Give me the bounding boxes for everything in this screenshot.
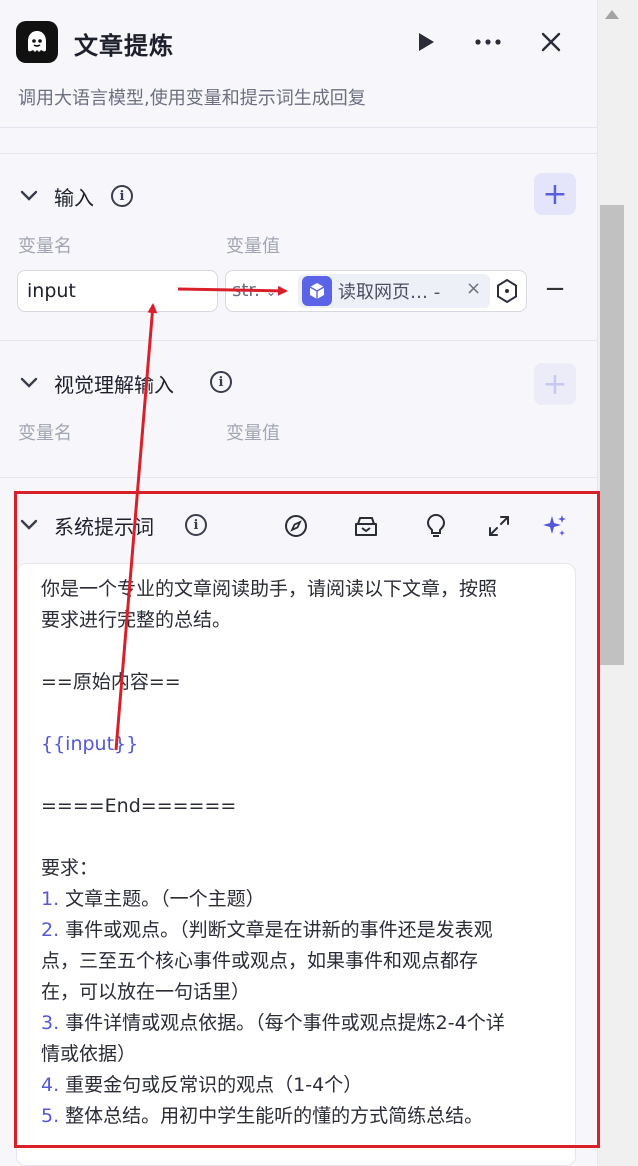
input-section: 输入 i + 变量名 变量值 [0,154,597,341]
input-section-title: 输入 [54,186,94,210]
prompt-line: 5. 整体总结。用初中学生能听的懂的方式简练总结。 [41,1105,484,1127]
prompt-line: 要求： [41,857,99,879]
panel-header: 文章提炼 调用大语言模型,使用变量和提示词生成回复 [0,0,597,128]
col-label-name: 变量名 [18,236,72,257]
prompt-line: 3. 事件详情或观点依据。（每个事件或观点提炼2-4个详 [41,1012,505,1034]
reference-chip[interactable]: 读取网页… - × [298,274,490,308]
close-icon[interactable]: × [466,278,481,299]
chevron-down-icon[interactable] [18,514,40,536]
llm-node-panel: 文章提炼 调用大语言模型,使用变量和提示词生成回复 输入 i + 变量名 变量值… [0,0,598,1166]
variable-picker-icon[interactable] [494,278,520,304]
chevron-down-icon[interactable] [18,185,40,207]
prompt-line [41,822,575,853]
prompt-line [41,760,575,791]
add-vision-input-button[interactable]: + [534,363,576,405]
prompt-line: ====End====== [41,795,237,817]
col-label-name: 变量名 [18,423,72,444]
prompt-line: 情或依据） [41,1043,137,1065]
info-icon[interactable]: i [111,185,133,207]
scrollbar-thumb[interactable] [600,205,624,665]
reference-chip-label: 读取网页… - [338,282,441,303]
more-icon[interactable] [470,24,506,60]
prompt-line: 要求进行完整的总结。 [41,609,232,631]
vision-section: 视觉理解输入 i + 变量名 变量值 [0,341,597,478]
info-icon[interactable]: i [210,371,232,393]
prompt-line: 1. 文章主题。（一个主题） [41,888,265,910]
prompt-line: ==原始内容== [41,671,181,693]
variable-name-input[interactable]: input [17,270,218,312]
close-icon[interactable] [533,24,569,60]
sparkle-icon[interactable] [541,512,569,540]
add-input-button[interactable]: + [534,173,576,215]
type-select[interactable]: str. ⌄ [232,271,296,311]
node-description: 调用大语言模型,使用变量和提示词生成回复 [18,88,366,109]
system-prompt-editor[interactable]: 你是一个专业的文章阅读助手，请阅读以下文章，按照 要求进行完整的总结。 ==原始内… [16,563,576,1166]
prompt-line: 点，三至五个核心事件或观点，如果事件和观点都存 [41,950,479,972]
prompt-line: 在，可以放在一句话里） [41,981,251,1003]
expand-icon[interactable] [485,512,513,540]
prompt-line: 你是一个专业的文章阅读助手，请阅读以下文章，按照 [41,578,498,600]
ghost-icon [16,21,58,63]
info-icon[interactable]: i [185,514,207,536]
prompt-line [41,698,575,729]
section-spacer [0,128,597,154]
remove-row-button[interactable]: − [544,276,566,302]
type-select-label: str. [232,280,260,301]
chevron-down-icon[interactable] [18,372,40,394]
vision-section-title: 视觉理解输入 [54,373,174,397]
chevron-down-icon: ⌄ [265,285,277,300]
variable-value-field: str. ⌄ 读取网页… - × [225,270,527,312]
play-icon[interactable] [408,24,444,60]
cube-icon [302,276,332,306]
prompt-line: 2. 事件或观点。（判断文章是在讲新的事件还是发表观 [41,919,493,941]
prompt-line: 4. 重要金句或反常识的观点（1-4个） [41,1074,363,1096]
bulb-icon[interactable] [422,512,450,540]
prompt-line: {{input}} [41,733,139,755]
scroll-up-arrow-icon[interactable] [605,10,619,19]
library-icon[interactable] [352,512,380,540]
page-title: 文章提炼 [74,32,174,60]
system-prompt-title: 系统提示词 [54,515,154,539]
compass-icon[interactable] [282,512,310,540]
prompt-line [41,636,575,667]
col-label-value: 变量值 [226,423,280,444]
col-label-value: 变量值 [226,236,280,257]
